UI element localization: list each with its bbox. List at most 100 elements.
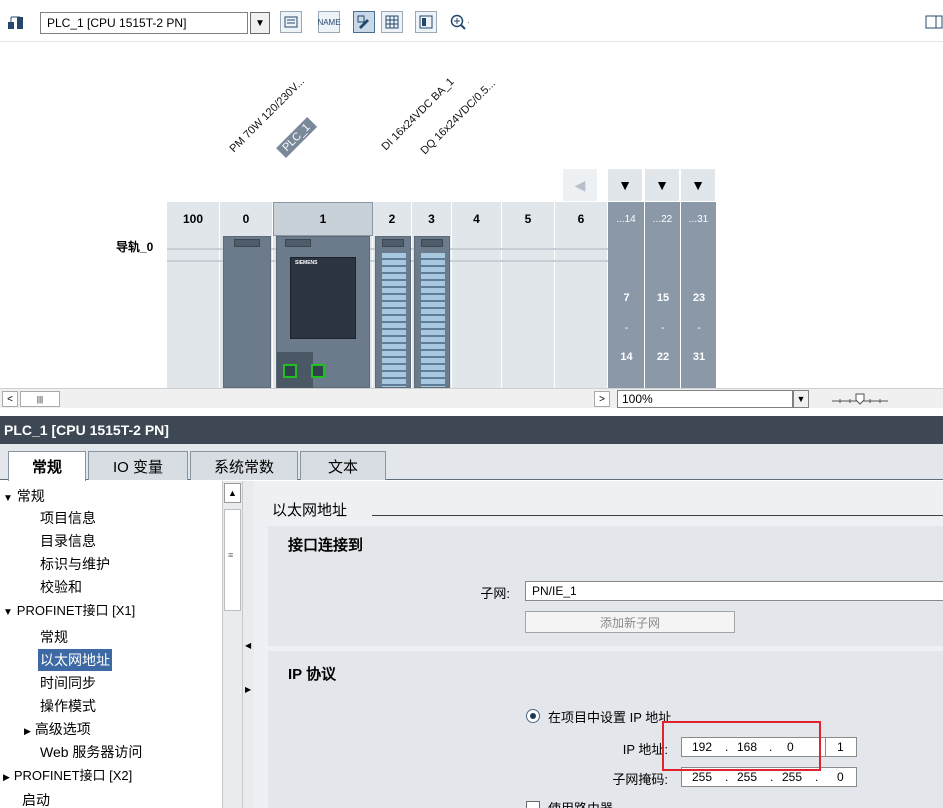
cpu-module[interactable]: SIEMENS — [276, 236, 370, 388]
add-subnet-button[interactable]: 添加新子网 — [525, 611, 735, 633]
device-selector-dropdown[interactable]: ▼ — [250, 12, 270, 34]
slot-header-extra-31[interactable]: ...31 — [681, 202, 717, 236]
slot-range-end: 22 — [656, 351, 670, 363]
tree-item-profinet-x2[interactable]: ▶ PROFINET接口 [X2] — [3, 764, 132, 786]
scroll-left-arrow[interactable]: ◀ — [563, 169, 597, 201]
scroll-thumb[interactable]: ||| — [20, 391, 60, 407]
network-view-icon[interactable] — [6, 12, 26, 32]
module-label-dq[interactable]: DQ 16x24VDC/0.5... — [419, 78, 498, 157]
collapse-left-icon[interactable]: ◀ — [245, 641, 251, 650]
io-terminal-strip — [382, 253, 406, 387]
page-break-icon — [357, 15, 369, 29]
chevron-left-icon: ◀ — [574, 176, 586, 193]
module-connector — [234, 239, 260, 247]
zoom-dropdown[interactable]: ▼ — [793, 390, 809, 408]
tree-scrollbar[interactable]: ▲ ≡ — [222, 481, 242, 808]
tree-item-ethernet-addresses[interactable]: 以太网地址 — [38, 649, 112, 671]
expanded-arrow-icon: ▼ — [3, 493, 13, 504]
chevron-down-icon: ▼ — [255, 17, 265, 29]
power-module[interactable] — [223, 236, 271, 388]
tab-texts[interactable]: 文本 — [300, 451, 386, 480]
tree-item-operating-mode[interactable]: 操作模式 — [40, 695, 96, 717]
zoom-level-field[interactable]: 100% — [617, 390, 793, 408]
set-ip-in-project-label[interactable]: 在项目中设置 IP 地址 — [548, 707, 671, 726]
module-connector — [421, 239, 443, 247]
interface-group: 接口连接到 子网: PN/IE_1 添加新子网 — [268, 526, 943, 646]
rail-label: 导轨_0 — [116, 240, 154, 254]
chevron-down-icon: ▼ — [618, 177, 632, 193]
slot-header-100[interactable]: 100 — [167, 202, 220, 236]
module-label-plc[interactable]: PLC_1 — [276, 117, 317, 158]
slot-body-100[interactable] — [167, 236, 220, 388]
scroll-thumb[interactable]: ≡ — [224, 509, 241, 611]
tree-item-general[interactable]: ▼ 常规 — [3, 485, 45, 507]
expand-right-icon[interactable]: ▶ — [245, 685, 251, 694]
profinet-port-icon[interactable] — [283, 364, 297, 378]
device-overview-icon — [284, 16, 298, 28]
slot-header-3[interactable]: 3 — [412, 202, 452, 236]
set-ip-in-project-radio[interactable] — [526, 709, 540, 723]
tree-item-identification[interactable]: 标识与维护 — [40, 553, 110, 575]
scroll-up-button[interactable]: ▲ — [224, 483, 241, 503]
expand-slots-22[interactable]: ▼ — [645, 169, 679, 201]
tab-system-constants[interactable]: 系统常数 — [190, 451, 298, 480]
tree-item-time-sync[interactable]: 时间同步 — [40, 672, 96, 694]
slot-body-5[interactable] — [502, 236, 555, 388]
tree-item-advanced-options[interactable]: ▶ 高级选项 — [24, 718, 91, 740]
tree-item-project-info[interactable]: 项目信息 — [40, 507, 96, 529]
page-break-button[interactable] — [353, 11, 375, 33]
module-label-di[interactable]: DI 16x24VDC BA_1 — [380, 76, 457, 153]
profinet-port-icon[interactable] — [311, 364, 325, 378]
show-names-button[interactable]: NAME — [317, 11, 341, 33]
slot-header-0[interactable]: 0 — [220, 202, 273, 236]
slot-range-7-14[interactable]: 7 - 14 — [608, 236, 645, 388]
section-title: 以太网地址 — [272, 502, 348, 519]
zoom-icon[interactable] — [449, 12, 469, 32]
slot-body-6[interactable] — [555, 236, 608, 388]
expand-slots-31[interactable]: ▼ — [681, 169, 715, 201]
slot-header-1[interactable]: 1 — [273, 202, 373, 236]
slot-header-extra-22[interactable]: ...22 — [645, 202, 681, 236]
tree-item-x1-general[interactable]: 常规 — [40, 626, 68, 648]
subnet-mask-label: 子网掩码: — [612, 772, 668, 787]
show-names-icon: NAME — [317, 17, 341, 27]
slot-range-start: 7 — [623, 292, 630, 304]
properties-title: PLC_1 [CPU 1515T-2 PN] — [0, 416, 943, 444]
slot-body-4[interactable] — [452, 236, 502, 388]
panel-splitter[interactable]: ◀ ▶ — [242, 481, 254, 808]
horizontal-scrollbar[interactable]: < ||| > 100% ▼ — [0, 388, 943, 408]
tree-item-startup[interactable]: 启动 — [22, 789, 50, 808]
tree-item-profinet-x1[interactable]: ▼ PROFINET接口 [X1] — [3, 599, 135, 621]
scroll-right-button[interactable]: > — [594, 391, 610, 407]
subnet-field[interactable]: PN/IE_1 — [525, 581, 943, 601]
device-overview-button[interactable] — [280, 11, 302, 33]
slot-header-5[interactable]: 5 — [502, 202, 555, 236]
slot-range-dash: - — [661, 322, 665, 334]
slot-header-2[interactable]: 2 — [373, 202, 412, 236]
grid-button[interactable] — [381, 11, 403, 33]
table-button[interactable] — [415, 11, 437, 33]
tab-general[interactable]: 常规 — [8, 451, 86, 481]
di-module[interactable] — [375, 236, 411, 388]
tree-item-checksums[interactable]: 校验和 — [40, 576, 82, 598]
slot-header-4[interactable]: 4 — [452, 202, 502, 236]
slot-range-15-22[interactable]: 15 - 22 — [645, 236, 681, 388]
slot-header-extra-14[interactable]: ...14 — [608, 202, 645, 236]
tree-item-web-server-access[interactable]: Web 服务器访问 — [40, 741, 142, 763]
tab-io-tags[interactable]: IO 变量 — [88, 451, 188, 480]
slot-range-23-31[interactable]: 23 - 31 — [681, 236, 717, 388]
grip-icon: ≡ — [228, 550, 234, 560]
expand-slots-14[interactable]: ▼ — [608, 169, 642, 201]
tree-item-catalog-info[interactable]: 目录信息 — [40, 530, 96, 552]
expanded-arrow-icon: ▼ — [3, 607, 13, 618]
chevron-down-icon: ▼ — [796, 394, 806, 404]
scroll-left-button[interactable]: < — [2, 391, 18, 407]
section-divider — [372, 515, 943, 516]
use-router-checkbox[interactable] — [526, 801, 540, 808]
dq-module[interactable] — [414, 236, 450, 388]
use-router-label[interactable]: 使用路由器 — [548, 798, 613, 808]
slot-header-6[interactable]: 6 — [555, 202, 608, 236]
zoom-slider[interactable] — [830, 390, 890, 408]
panel-toggle-icon[interactable] — [924, 12, 943, 32]
device-selector[interactable]: PLC_1 [CPU 1515T-2 PN] — [40, 12, 248, 34]
